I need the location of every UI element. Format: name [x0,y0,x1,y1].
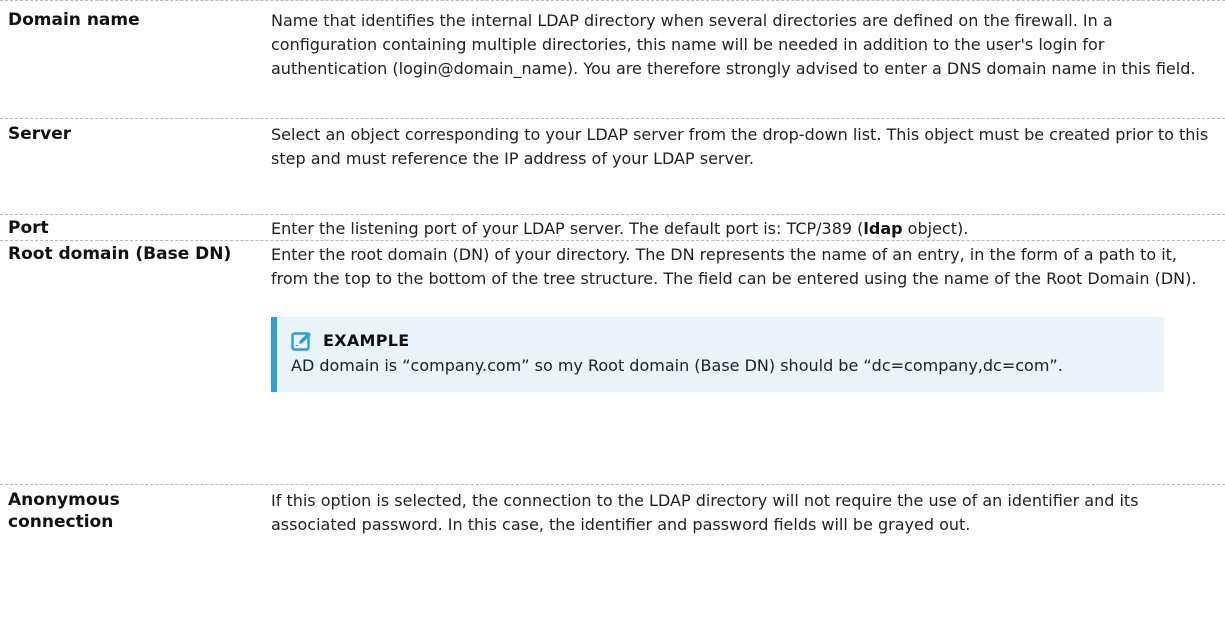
edit-icon [291,330,313,352]
desc-port-text-before: Enter the listening port of your LDAP se… [271,219,864,238]
example-callout: EXAMPLE AD domain is “company.com” so my… [271,317,1164,392]
term-anonymous-connection: Anonymous connection [8,490,120,532]
example-header: EXAMPLE [291,329,1150,353]
row-domain-name: Domain name Name that identifies the int… [0,0,1225,118]
desc-root-domain: Enter the root domain (DN) of your direc… [271,245,1197,288]
example-title: EXAMPLE [323,331,410,350]
desc-root-domain-block: Enter the root domain (DN) of your direc… [271,243,1225,484]
term-port: Port [8,218,49,238]
term-domain-name: Domain name [8,10,140,30]
desc-domain-name: Name that identifies the internal LDAP d… [271,11,1196,78]
example-text: AD domain is “company.com” so my Root do… [291,356,1063,375]
row-port: Port Enter the listening port of your LD… [0,214,1225,240]
desc-anonymous-connection: If this option is selected, the connecti… [271,491,1139,534]
term-root-domain: Root domain (Base DN) [8,244,232,264]
desc-port-object-name: ldap [863,219,903,238]
row-root-domain: Root domain (Base DN) Enter the root dom… [0,240,1225,484]
desc-port-text-after: object). [902,219,969,238]
row-server: Server Select an object corresponding to… [0,118,1225,214]
row-anonymous-connection: Anonymous connection If this option is s… [0,484,1225,634]
desc-server: Select an object corresponding to your L… [271,125,1209,168]
desc-port: Enter the listening port of your LDAP se… [271,217,1225,240]
parameter-table: Domain name Name that identifies the int… [0,0,1225,634]
term-server: Server [8,124,72,144]
